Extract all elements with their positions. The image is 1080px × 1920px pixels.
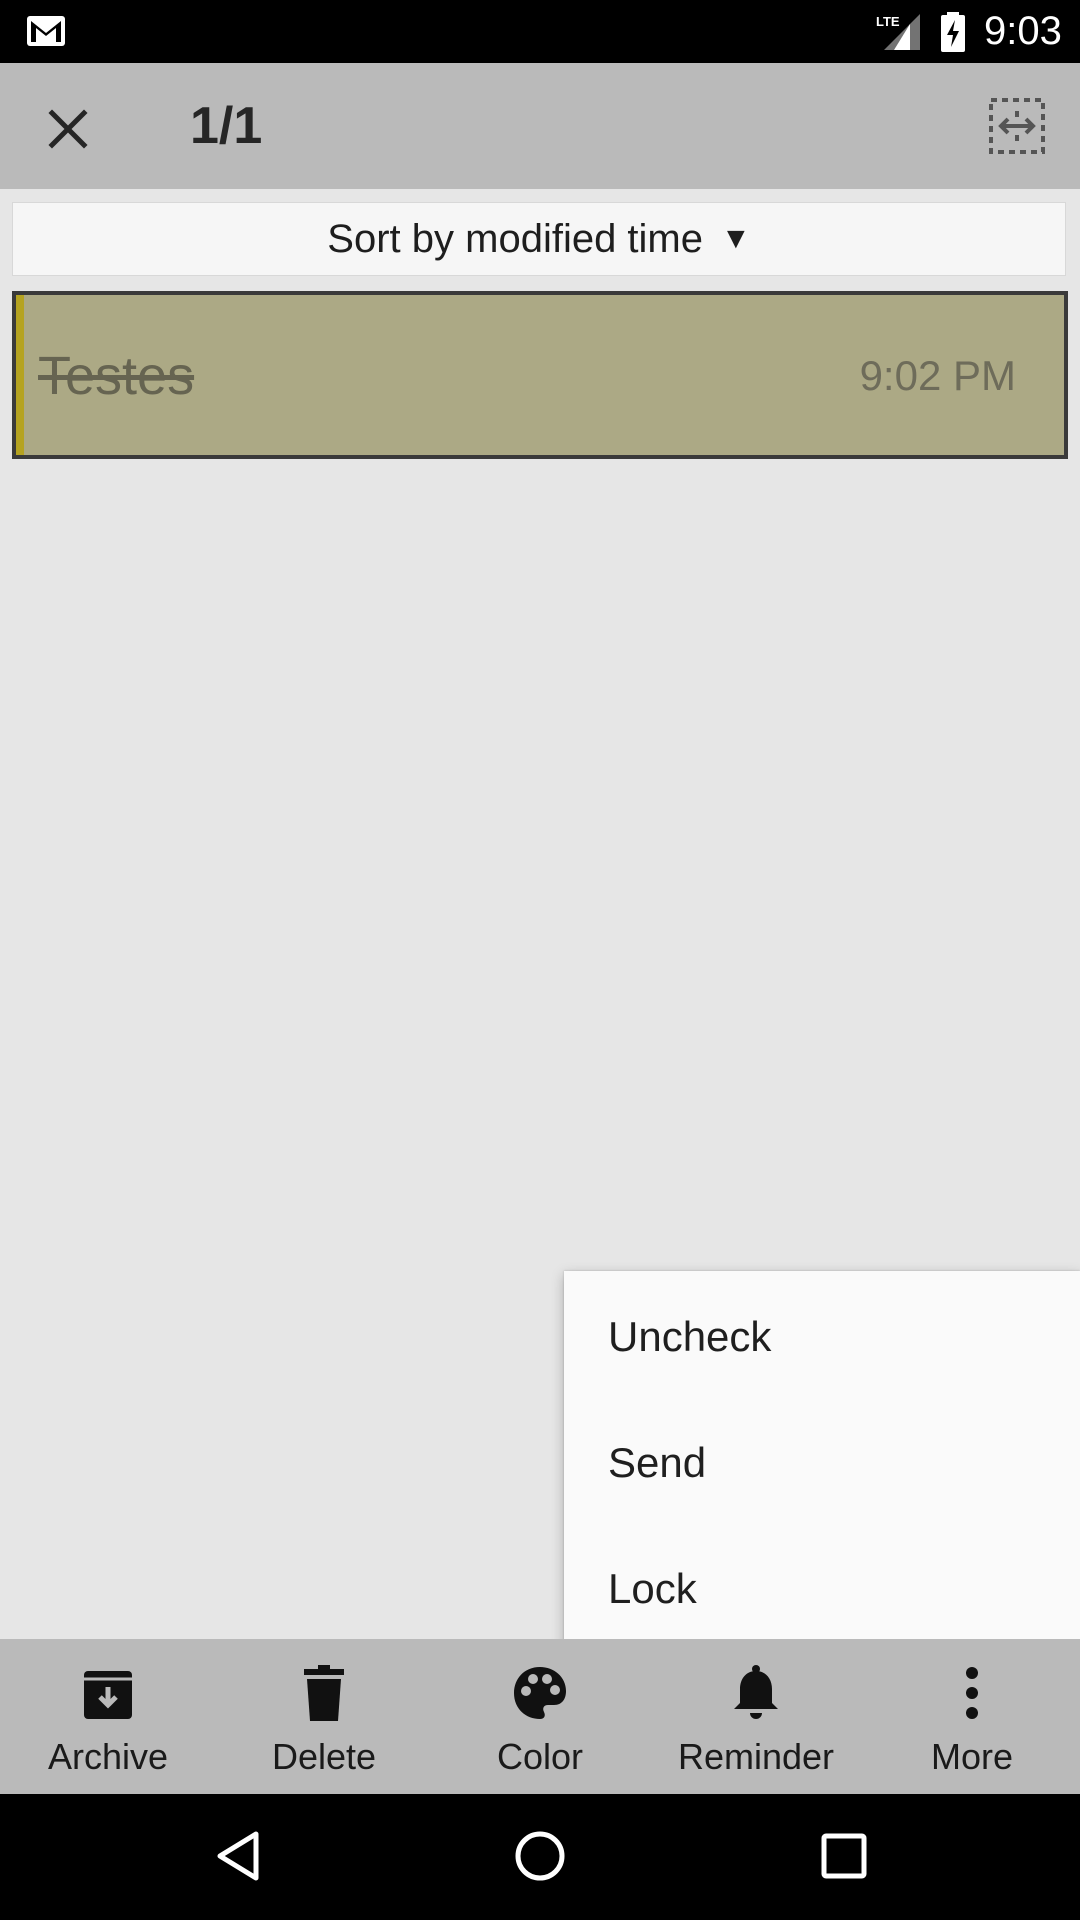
sort-label: Sort by modified time [327,216,703,261]
color-button[interactable]: Color [432,1639,648,1794]
selection-toolbar: 1/1 [0,63,1080,189]
gmail-notification-icon [27,16,65,46]
more-label: More [930,1736,1014,1777]
recents-icon[interactable] [814,1826,874,1886]
status-time: 9:03 [984,9,1062,53]
more-button[interactable]: More [864,1639,1080,1794]
close-icon [48,109,88,149]
reminder-button[interactable]: Reminder [648,1639,864,1794]
trash-icon [304,1665,344,1721]
selection-count: 1/1 [190,97,263,155]
close-selection-button[interactable] [38,99,98,159]
select-all-button[interactable] [986,95,1048,157]
lte-signal-icon: LTE [876,14,920,50]
palette-icon [514,1667,566,1719]
reminder-label: Reminder [677,1736,835,1777]
status-bar: LTE 9:03 [0,0,1080,63]
note-list-item[interactable]: Testes 9:02 PM [12,291,1068,459]
note-color-accent [16,295,24,455]
home-icon[interactable] [510,1826,570,1886]
dropdown-arrow-icon: ▼ [721,222,751,255]
sort-dropdown[interactable]: Sort by modified time ▼ [12,202,1066,276]
delete-button[interactable]: Delete [216,1639,432,1794]
bell-icon [734,1665,778,1719]
more-options-menu: Uncheck Send Lock [564,1271,1080,1649]
menu-item-lock[interactable]: Lock [608,1564,697,1614]
more-vert-icon [966,1667,978,1719]
archive-icon [84,1671,132,1719]
menu-item-send[interactable]: Send [608,1438,706,1488]
bottom-action-bar: Archive Delete Color Reminder More [0,1639,1080,1794]
system-navigation-bar [0,1794,1080,1920]
archive-button[interactable]: Archive [0,1639,216,1794]
note-modified-time: 9:02 PM [859,352,1016,399]
select-all-icon [989,98,1045,154]
note-title: Testes [38,346,195,406]
network-type-label: LTE [876,14,900,29]
menu-item-uncheck[interactable]: Uncheck [608,1312,771,1362]
battery-charging-icon [941,12,965,52]
color-label: Color [496,1736,584,1777]
archive-label: Archive [47,1736,169,1777]
back-icon[interactable] [210,1826,270,1886]
delete-label: Delete [271,1736,377,1777]
